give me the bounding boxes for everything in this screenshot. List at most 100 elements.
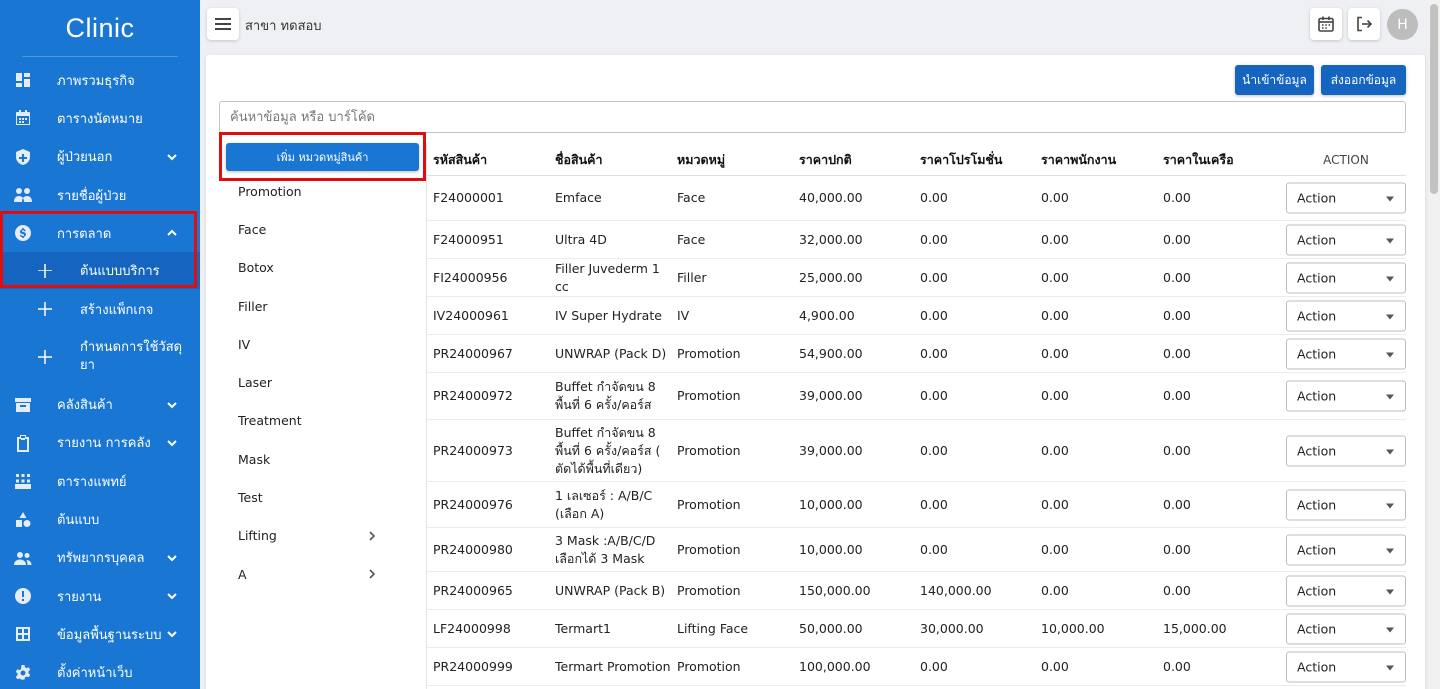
table-row[interactable]: PR24000980 3 Mask :A/B/C/D เลือกได้ 3 Mask… — [427, 528, 1406, 572]
action-dropdown[interactable]: Action — [1286, 380, 1406, 412]
product-name-line: Ultra 4D — [555, 231, 607, 247]
action-dropdown-label: Action — [1297, 270, 1337, 285]
action-dropdown[interactable]: Action — [1286, 534, 1406, 565]
action-dropdown-label: Action — [1297, 583, 1337, 598]
cell-category: Promotion — [677, 345, 741, 361]
action-dropdown-label: Action — [1297, 659, 1337, 674]
add-category-button[interactable]: เพิ่ม หมวดหมู่สินค้า — [226, 143, 419, 171]
cell-name: Ultra 4D — [555, 221, 673, 258]
action-dropdown[interactable]: Action — [1286, 338, 1406, 369]
action-dropdown[interactable]: Action — [1286, 489, 1406, 520]
action-dropdown[interactable]: Action — [1286, 435, 1406, 466]
category-item[interactable]: Treatment — [226, 402, 426, 440]
export-button[interactable]: ส่งออกข้อมูล — [1321, 65, 1406, 95]
cell-category: Face — [677, 190, 706, 205]
sidebar-item-1[interactable]: ตารางนัดหมาย — [0, 99, 200, 137]
category-item[interactable]: Face — [226, 210, 426, 248]
table-row[interactable]: PR24000965 UNWRAP (Pack B) Promotion 150,00… — [427, 572, 1406, 610]
sidebar-item-8[interactable]: ต้นแบบ — [0, 500, 200, 538]
plus-icon — [38, 263, 52, 278]
column-header[interactable]: ราคาในเครือ — [1163, 143, 1234, 176]
search-input[interactable] — [219, 101, 1406, 133]
category-item[interactable]: Test — [226, 478, 426, 516]
column-header[interactable]: ราคาปกติ — [799, 143, 852, 176]
shield-icon — [14, 148, 32, 166]
cell-staff-price: 0.00 — [1041, 345, 1069, 361]
sidebar-item-2[interactable]: ผู้ป่วยนอก — [0, 138, 200, 176]
action-dropdown-label: Action — [1297, 308, 1337, 323]
sidebar-item-7[interactable]: ตารางแพทย์ — [0, 462, 200, 500]
sidebar-item-5[interactable]: คลังสินค้า — [0, 385, 200, 423]
action-dropdown[interactable]: Action — [1286, 262, 1406, 293]
action-dropdown[interactable]: Action — [1286, 182, 1406, 214]
category-item[interactable]: Lifting — [226, 517, 426, 555]
cell-price: 50,000.00 — [799, 620, 863, 636]
sidebar-subitem-label: สร้างแพ็กเกจ — [80, 302, 154, 318]
category-item[interactable]: A — [226, 555, 426, 593]
table-row[interactable]: PR24000973 Buffet กำจัดขน 8 พื้นที่ 6 ครั้… — [427, 420, 1406, 482]
sidebar-item-12[interactable]: ตั้งค่าหน้าเว็บ — [0, 654, 200, 689]
plus-icon — [38, 350, 52, 365]
sidebar-subitem-material-schedule[interactable]: กำหนดการใช้วัสดุ ยา — [0, 329, 200, 385]
column-header[interactable]: ราคาโปรโมชั่น — [920, 143, 1002, 176]
category-item[interactable]: IV — [226, 325, 426, 363]
table-row[interactable]: F24000951 Ultra 4D Face 32,000.00 0.00 0.00 0.… — [427, 221, 1406, 259]
sidebar-item-11[interactable]: ข้อมูลพื้นฐานระบบ — [0, 615, 200, 653]
action-dropdown[interactable]: Action — [1286, 300, 1406, 331]
action-dropdown[interactable]: Action — [1286, 613, 1406, 644]
action-dropdown[interactable]: Action — [1286, 575, 1406, 606]
chevron-right-icon[interactable] — [367, 568, 377, 580]
cell-promo-price: 0.00 — [920, 307, 948, 323]
scrollbar-thumb[interactable] — [1430, 4, 1438, 194]
category-item[interactable]: Promotion — [226, 172, 426, 210]
cell-code: F24000951 — [433, 231, 504, 247]
page-scrollbar[interactable] — [1428, 0, 1440, 689]
sidebar-item-0[interactable]: ภาพรวมธุรกิจ — [0, 61, 200, 99]
category-item[interactable]: Mask — [226, 440, 426, 478]
table-row[interactable]: FI24000956 Filler Juvederm 1 cc Filler 25,0… — [427, 259, 1406, 297]
chevron-right-icon[interactable] — [367, 530, 377, 542]
cell-promo-price: 0.00 — [920, 345, 948, 361]
column-header[interactable]: รหัสสินค้า — [433, 143, 487, 176]
column-header[interactable]: ราคาพนักงาน — [1041, 143, 1116, 176]
category-list: Promotion Face Botox Filler IV Laser Treatment… — [226, 172, 426, 593]
category-item[interactable]: Botox — [226, 249, 426, 287]
table-row[interactable]: PR24000976 1 เลเซอร์ : A/B/C (เลือก A) Prom… — [427, 482, 1406, 528]
action-dropdown-label: Action — [1297, 346, 1337, 361]
cell-name: UNWRAP (Pack B) — [555, 572, 673, 609]
table-row[interactable]: PR24000972 Buffet กำจัดขน 8 พื้นที่ 6 ครั้… — [427, 373, 1406, 420]
sidebar-item-4[interactable]: การตลาด — [0, 214, 200, 252]
cell-code: IV24000961 — [433, 307, 509, 323]
product-name-line: Filler Juvederm 1 cc — [555, 260, 660, 294]
column-header[interactable]: หมวดหมู่ — [677, 143, 725, 176]
logout-button[interactable] — [1348, 8, 1380, 40]
calendar-button[interactable] — [1310, 8, 1342, 40]
sidebar-item-3[interactable]: รายชื่อผู้ป่วย — [0, 176, 200, 214]
sidebar-item-6[interactable]: รายงาน การคลัง — [0, 424, 200, 462]
sidebar-subitem-create-package[interactable]: สร้างแพ็กเกจ — [0, 289, 200, 329]
table-row[interactable]: PR24000999 Termart Promotion Promotion 100,… — [427, 648, 1406, 686]
cell-staff-price: 0.00 — [1041, 658, 1069, 674]
table-row[interactable]: F24000001 Emface Face 40,000.00 0.00 0.00 0.00… — [427, 176, 1406, 221]
action-dropdown[interactable]: Action — [1286, 224, 1406, 255]
table-row[interactable]: PR24000967 UNWRAP (Pack D) Promotion 54,900… — [427, 335, 1406, 373]
sidebar-item-9[interactable]: ทรัพยากรบุคคล — [0, 539, 200, 577]
category-item[interactable]: Laser — [226, 363, 426, 401]
action-dropdown[interactable]: Action — [1286, 651, 1406, 682]
cell-name: Emface — [555, 176, 673, 220]
table-row[interactable]: LF24000998 Termart1 Lifting Face 50,000.00 3… — [427, 610, 1406, 648]
column-header[interactable]: ชื่อสินค้า — [555, 143, 603, 176]
category-item[interactable]: Filler — [226, 287, 426, 325]
column-header-action: ACTION — [1323, 152, 1369, 167]
avatar[interactable]: H — [1387, 9, 1418, 40]
caret-down-icon — [1386, 503, 1394, 508]
menu-toggle-button[interactable] — [207, 8, 239, 40]
import-button[interactable]: นำเข้าข้อมูล — [1235, 65, 1314, 95]
cell-promo-price: 0.00 — [920, 658, 948, 674]
sidebar-item-10[interactable]: รายงาน — [0, 577, 200, 615]
sidebar-subitem-service-template[interactable]: ต้นแบบบริการ — [0, 252, 200, 290]
product-name-line: Buffet กำจัดขน 8 — [555, 424, 656, 440]
table-row[interactable]: IV24000961 IV Super Hydrate IV 4,900.00 0.00… — [427, 297, 1406, 335]
caret-down-icon — [1386, 665, 1394, 670]
sidebar-item-label: รายชื่อผู้ป่วย — [57, 188, 127, 204]
